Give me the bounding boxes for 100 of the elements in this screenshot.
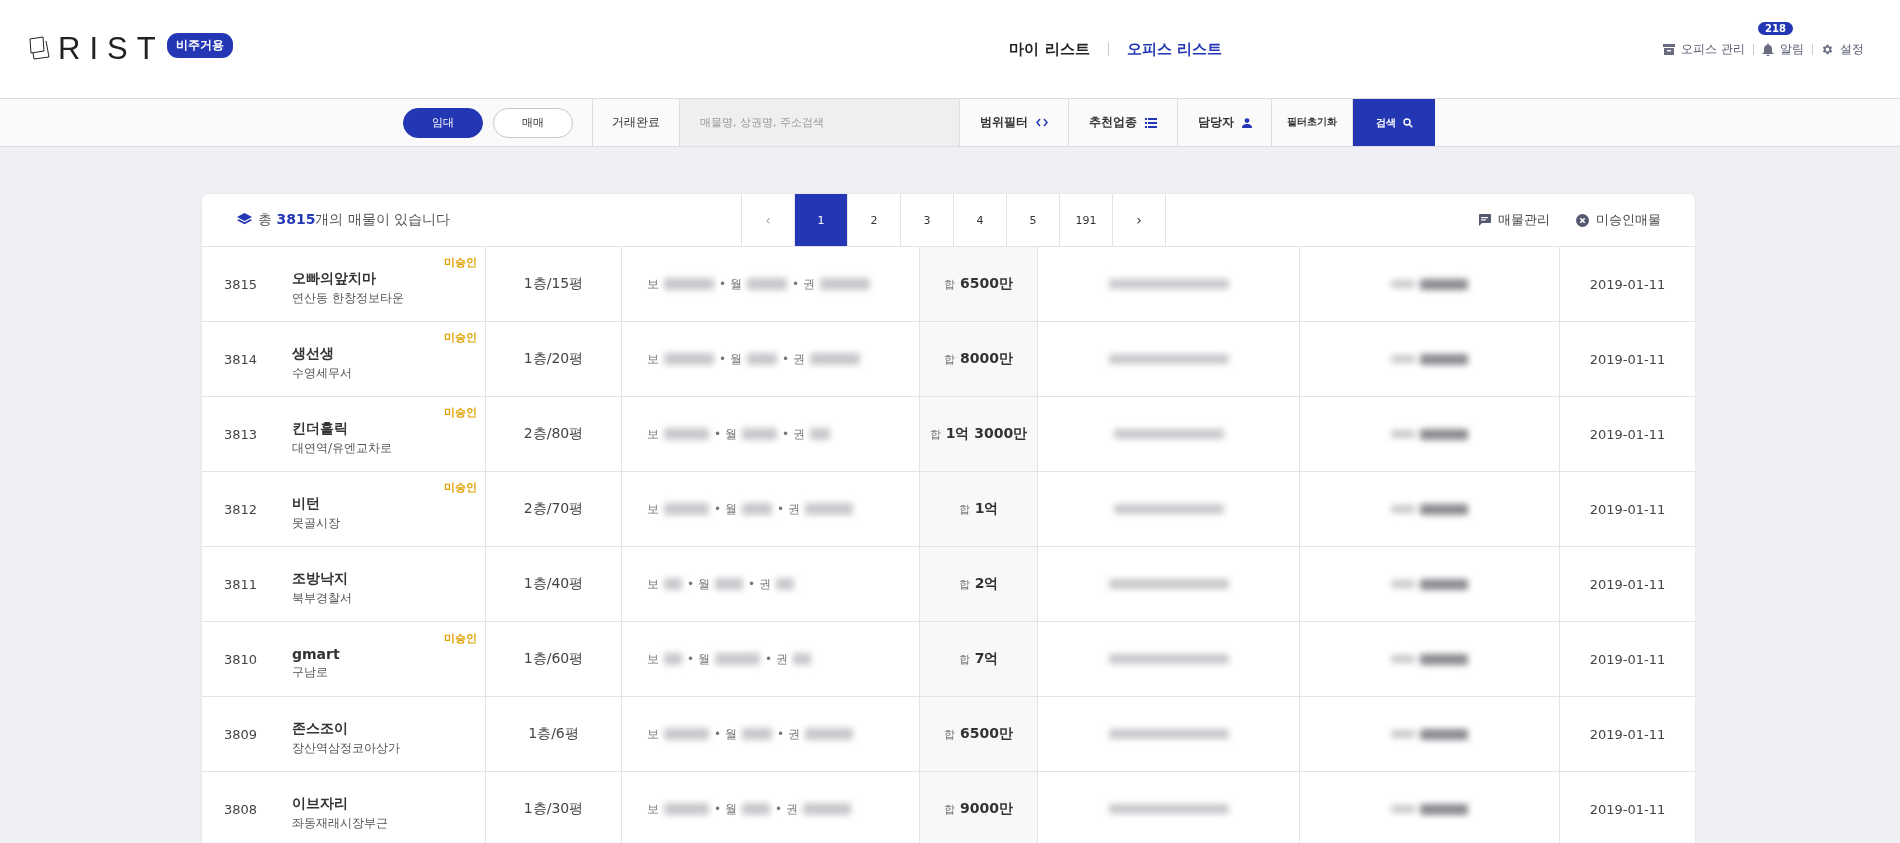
redacted-manager-label: [1391, 805, 1415, 813]
redacted-value: [819, 278, 870, 290]
price-label: 보: [647, 275, 659, 293]
listing-location: 북부경찰서: [292, 590, 353, 607]
toolbar-link[interactable]: 매물관리: [1498, 211, 1550, 229]
price-label: • 권: [764, 650, 788, 668]
listing-location: 구남로: [292, 664, 329, 681]
redacted-manager-label: [1391, 580, 1415, 588]
header-link[interactable]: 설정: [1840, 41, 1864, 57]
date-text: 2019-01-11: [1588, 500, 1667, 519]
price-label: • 월: [714, 800, 737, 818]
redacted-manager-name: [1420, 353, 1468, 365]
logo-text: RIST: [58, 31, 165, 67]
search-button[interactable]: 검색: [1353, 99, 1435, 146]
date-text: 2019-01-11: [1588, 425, 1667, 444]
price-label: • 권: [781, 425, 805, 443]
price-label: 보: [647, 650, 659, 668]
redacted-value: [802, 803, 851, 815]
total-price: 6500만: [960, 725, 1013, 743]
total-price: 2억: [974, 575, 999, 593]
redacted-value: [664, 728, 709, 740]
total-label: 합: [958, 651, 970, 667]
price-label: • 월: [719, 275, 742, 293]
page-button[interactable]: 191: [1059, 194, 1112, 246]
page-button[interactable]: 2: [847, 194, 900, 246]
price-label: 보: [647, 500, 659, 518]
deal-type-toggle[interactable]: 매매: [493, 107, 573, 138]
listing-name[interactable]: 존스조이: [292, 720, 477, 738]
listing-location: 수영세무서: [292, 365, 353, 382]
redacted-manager-label: [1391, 730, 1415, 738]
redacted-value: [664, 278, 714, 290]
redacted-manager-label: [1391, 430, 1415, 438]
row-number: 3810: [223, 650, 259, 669]
floor-area-text: 2층/70평: [486, 472, 622, 546]
listing-count-text: 총 3815개의 매물이 있습니다: [258, 211, 451, 229]
close-circle-icon: [1576, 213, 1589, 227]
listing-location: 좌동재래시장부근: [292, 815, 389, 832]
total-price: 7억: [974, 650, 999, 668]
redacted-value: [664, 428, 709, 440]
redacted-value: [741, 503, 772, 515]
redacted-value: [809, 428, 830, 440]
redacted-value: [664, 353, 714, 365]
total-price: 8000만: [960, 350, 1013, 368]
total-label: 합: [944, 276, 955, 292]
date-text: 2019-01-11: [1588, 725, 1667, 744]
speech-bubble-icon: [1478, 214, 1491, 226]
archive-icon: [1663, 43, 1676, 55]
redacted-value: [746, 353, 777, 365]
listing-name[interactable]: 비턴: [292, 495, 477, 513]
total-label: 합: [958, 576, 970, 592]
redacted-value: [664, 653, 682, 665]
page-button[interactable]: 3: [900, 194, 953, 246]
price-label: • 월: [719, 350, 742, 368]
redacted-manager-label: [1391, 505, 1415, 513]
listing-name[interactable]: gmart: [292, 646, 477, 662]
header-link[interactable]: 알림: [1780, 41, 1804, 57]
page-button[interactable]: 1: [794, 194, 847, 246]
redacted-manager-name: [1420, 653, 1468, 665]
listing-name[interactable]: 이브자리: [292, 795, 477, 813]
listing-name[interactable]: 오빠의앞치마: [292, 270, 477, 288]
row-number: 3815: [223, 275, 259, 294]
nav-tab[interactable]: 마이 리스트: [1009, 35, 1090, 63]
redacted-value: [804, 503, 853, 515]
page-button[interactable]: 5: [1006, 194, 1059, 246]
price-label: • 권: [774, 800, 798, 818]
date-text: 2019-01-11: [1588, 800, 1667, 819]
redacted-manager-label: [1391, 355, 1415, 363]
toolbar-link[interactable]: 미승인매물: [1596, 211, 1661, 229]
redacted-value: [804, 728, 853, 740]
price-label: • 월: [687, 575, 710, 593]
page-button[interactable]: 4: [953, 194, 1006, 246]
price-label: 보: [647, 725, 659, 743]
deal-type-toggle[interactable]: 임대: [403, 107, 483, 138]
redacted-value: [714, 578, 743, 590]
price-label: • 권: [747, 575, 771, 593]
price-label: • 권: [791, 275, 815, 293]
floor-area-text: 1층/30평: [486, 772, 622, 843]
redacted-value: [792, 653, 811, 665]
list-icon: [1145, 117, 1157, 128]
total-label: 합: [944, 726, 955, 742]
date-text: 2019-01-11: [1588, 275, 1667, 294]
listing-name[interactable]: 생선생: [292, 345, 477, 363]
listing-name[interactable]: 조방낙지: [292, 570, 477, 588]
next-page-button[interactable]: ›: [1112, 194, 1166, 246]
search-icon: [1402, 117, 1413, 128]
search-field[interactable]: 매물명, 상권명, 주소검색: [680, 99, 960, 146]
redacted-value: [664, 803, 709, 815]
redacted-manager-name: [1420, 578, 1468, 590]
unapproved-label: 미승인: [444, 480, 477, 495]
floor-area-text: 1층/60평: [486, 622, 622, 696]
unapproved-label: 미승인: [444, 330, 477, 345]
listing-name[interactable]: 킨더홀릭: [292, 420, 477, 438]
total-price: 6500만: [960, 275, 1013, 293]
price-label: • 월: [714, 500, 737, 518]
header-link[interactable]: 오피스 관리: [1681, 41, 1745, 57]
redacted-value: [775, 578, 794, 590]
floor-area-text: 1층/20평: [486, 322, 622, 396]
redacted-manager-name: [1420, 728, 1468, 740]
price-label: 보: [647, 350, 659, 368]
nav-tab[interactable]: 오피스 리스트: [1126, 35, 1222, 63]
